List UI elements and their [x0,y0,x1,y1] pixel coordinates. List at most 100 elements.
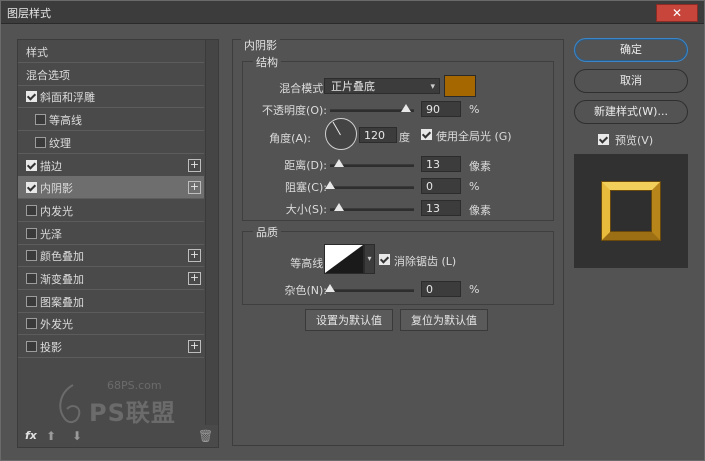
sidebar-item[interactable]: 描边 + [18,154,204,177]
preview-checkbox[interactable] [598,134,609,145]
move-up-icon[interactable]: ⬆ [46,429,56,443]
sidebar-item[interactable]: 混合选项 [18,63,204,86]
sidebar-item-label: 颜色叠加 [40,250,84,264]
noise-unit: % [469,283,480,296]
sidebar-item-checkbox[interactable] [26,204,37,216]
choke-unit: % [469,180,480,193]
move-down-icon[interactable]: ⬇ [72,429,82,443]
add-effect-icon[interactable]: + [188,272,201,285]
add-effect-icon[interactable]: + [188,181,201,195]
contour-dropdown[interactable]: ▾ [364,244,375,274]
blend-mode-value: 正片叠底 [331,80,375,93]
angle-unit: 度 [399,131,410,144]
size-slider-thumb[interactable] [334,203,344,211]
sidebar-item[interactable]: 样式 [18,40,204,63]
add-effect-icon[interactable]: + [188,158,201,172]
sidebar-item[interactable]: 投影 + [18,335,204,359]
add-effect-icon[interactable]: + [188,340,201,354]
style-preview [574,154,688,268]
size-unit: 像素 [469,204,491,217]
close-icon: ✕ [671,6,683,20]
sidebar-item-checkbox[interactable] [35,114,46,126]
set-default-button[interactable]: 设置为默认值 [305,309,393,331]
ok-button[interactable]: 确定 [574,38,688,62]
preview-gold-frame [602,182,660,240]
choke-slider[interactable] [325,181,414,189]
sidebar-item-checkbox[interactable] [26,159,37,171]
noise-input[interactable]: 0 [421,281,461,297]
choke-slider-thumb[interactable] [325,181,335,189]
sidebar-toolbar: fx ⬆ ⬇ 🗑 [18,425,218,447]
sidebar-item-label: 渐变叠加 [40,273,84,286]
sidebar-item[interactable]: 内发光 [18,199,204,222]
opacity-slider[interactable] [330,104,414,112]
global-light-checkbox[interactable] [421,129,432,140]
sidebar-item-label: 纹理 [49,136,71,150]
sidebar-item-checkbox[interactable] [26,341,37,353]
chevron-down-icon: ▾ [367,254,372,263]
sidebar-item-label: 内阴影 [40,182,73,196]
reset-default-button[interactable]: 复位为默认值 [400,309,488,331]
opacity-input[interactable]: 90 [421,101,461,117]
cancel-button[interactable]: 取消 [574,69,688,93]
sidebar-item-label: 内发光 [40,204,73,218]
sidebar-item[interactable]: 外发光 [18,312,204,336]
add-effect-icon[interactable]: + [188,249,201,263]
sidebar-item[interactable]: 颜色叠加 + [18,244,204,268]
sidebar-item[interactable]: 光泽 [18,222,204,245]
sidebar-item-label: 样式 [26,46,48,59]
new-style-button[interactable]: 新建样式(W)... [574,100,688,124]
fx-menu-button[interactable]: fx [25,429,37,442]
sidebar-item-checkbox[interactable] [26,295,37,307]
size-slider[interactable] [330,203,414,211]
sidebar-item-label: 光泽 [40,227,62,241]
distance-slider-thumb[interactable] [334,159,344,167]
sidebar-item-label: 等高线 [49,114,82,128]
structure-group: 结构 混合模式: 正片叠底 ▾ 不透明度(O): 90 % 角度(A): 120… [242,54,554,221]
sidebar-scrollbar[interactable] [205,40,218,425]
opacity-unit: % [469,103,480,116]
sidebar-item-label: 投影 [40,341,62,355]
noise-slider[interactable] [325,284,414,292]
sidebar-item-checkbox[interactable] [26,318,37,330]
sidebar-item-checkbox[interactable] [26,227,37,239]
sidebar-item-checkbox[interactable] [35,136,46,148]
contour-preview[interactable] [324,244,364,274]
blend-mode-select[interactable]: 正片叠底 ▾ [324,78,440,94]
noise-slider-thumb[interactable] [325,284,335,292]
size-input[interactable]: 13 [421,200,461,216]
layer-style-dialog: 图层样式 ✕ 样式混合选项斜面和浮雕等高线纹理描边 + 内阴影 + 内发光光泽颜色叠加 +… [0,0,705,461]
opacity-label: 不透明度(O): [262,104,327,117]
section-title: 内阴影 [241,37,280,53]
size-label: 大小(S): [285,203,327,216]
sidebar-item[interactable]: 等高线 [18,108,204,132]
sidebar-item-checkbox[interactable] [26,91,37,103]
distance-input[interactable]: 13 [421,156,461,172]
preview-label: 预览(V) [615,134,654,147]
close-button[interactable]: ✕ [656,4,698,22]
choke-input[interactable]: 0 [421,178,461,194]
sidebar-item[interactable]: 图案叠加 [18,290,204,313]
angle-dial[interactable] [325,118,357,150]
quality-title: 品质 [253,224,281,240]
sidebar-item[interactable]: 内阴影 + [18,176,204,200]
contour-label: 等高线: [290,257,327,270]
sidebar-item-label: 斜面和浮雕 [40,91,95,105]
opacity-slider-thumb[interactable] [400,104,411,112]
title-bar[interactable]: 图层样式 ✕ [1,1,704,24]
sidebar-item[interactable]: 纹理 [18,131,204,154]
angle-input[interactable]: 120 [359,127,397,143]
distance-slider[interactable] [330,159,414,167]
sidebar-item-checkbox[interactable] [26,250,37,262]
sidebar-item[interactable]: 渐变叠加 + [18,267,204,290]
angle-needle [332,121,341,136]
trash-icon[interactable]: 🗑 [198,429,213,443]
sidebar-item[interactable]: 斜面和浮雕 [18,85,204,109]
angle-label: 角度(A): [269,132,311,145]
sidebar-item-checkbox[interactable] [26,273,37,284]
sidebar-item-checkbox[interactable] [26,182,37,194]
watermark-logo-icon [59,384,81,424]
shadow-color-swatch[interactable] [444,75,476,97]
antialias-checkbox[interactable] [379,254,390,265]
inner-shadow-panel: 内阴影 结构 混合模式: 正片叠底 ▾ 不透明度(O): 90 % 角度(A):… [232,37,564,446]
